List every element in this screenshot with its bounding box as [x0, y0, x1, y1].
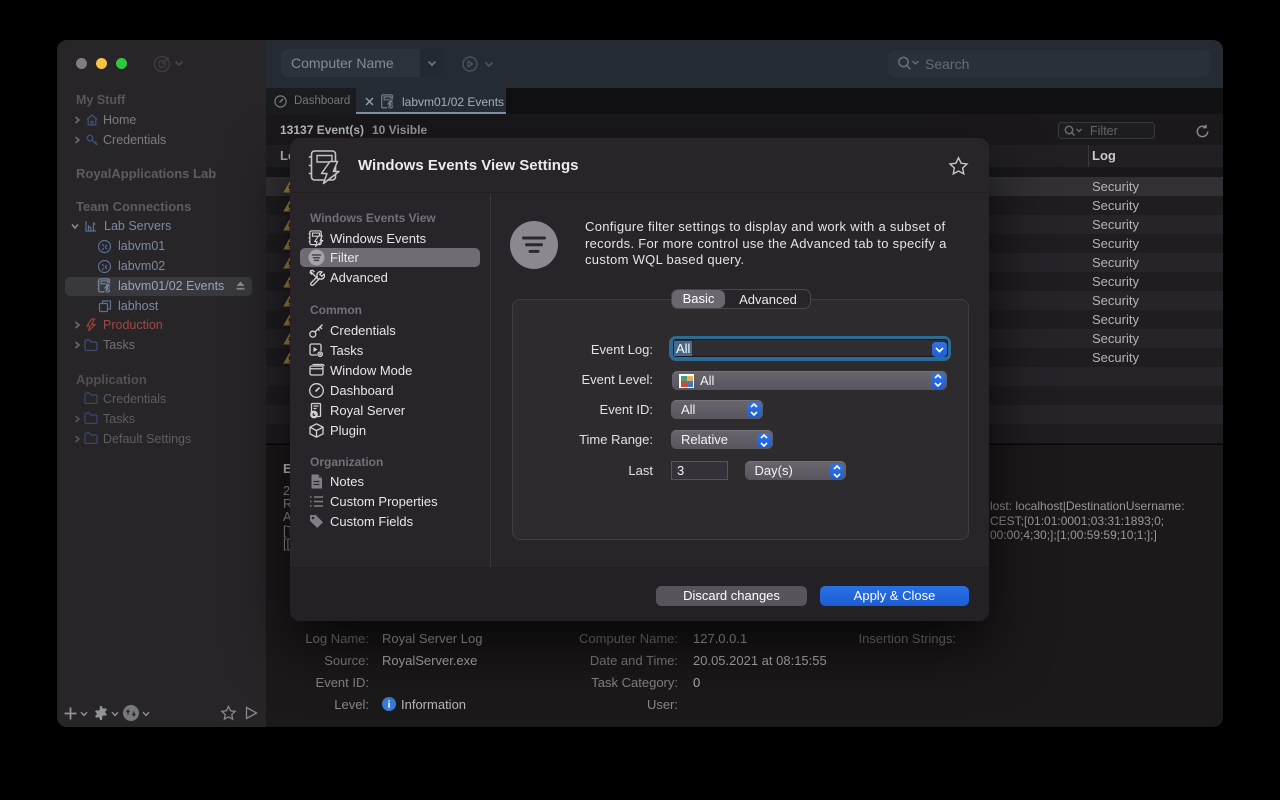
svg-text:i: i [388, 700, 391, 711]
